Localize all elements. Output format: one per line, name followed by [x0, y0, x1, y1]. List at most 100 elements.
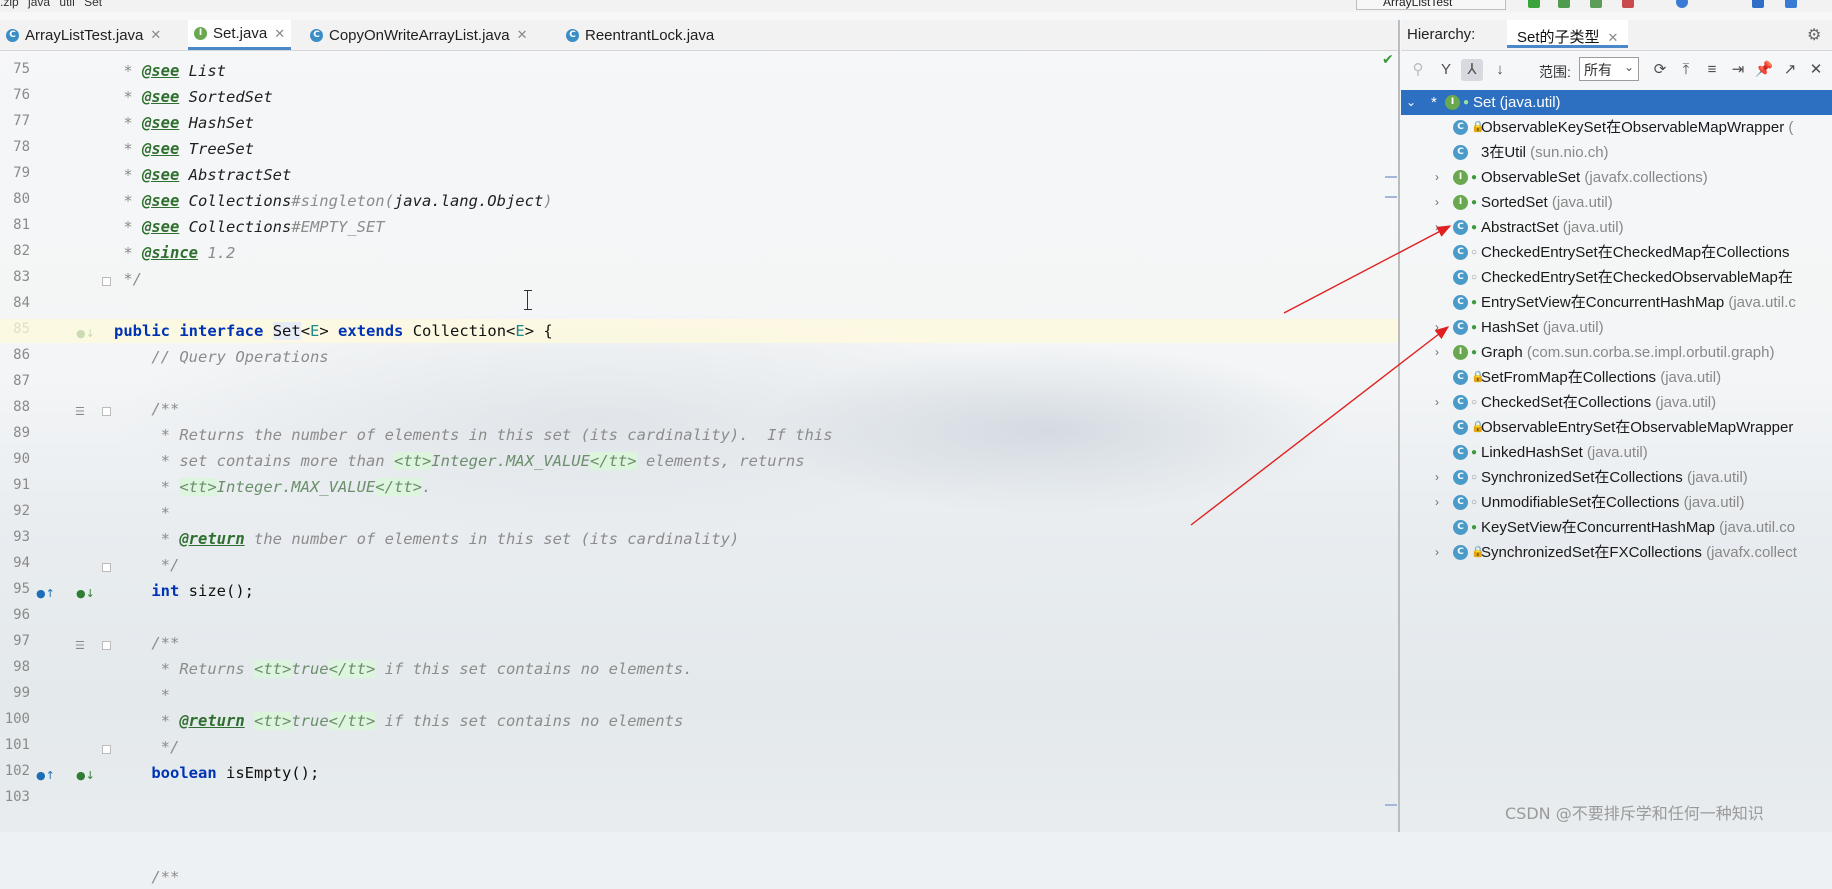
tree-item[interactable]: C ○ CheckedEntrySet在CheckedMap在Collectio…: [1401, 240, 1832, 265]
tree-item[interactable]: › C ● HashSet (java.util): [1401, 315, 1832, 340]
subtypes-icon[interactable]: ⅄: [1461, 59, 1483, 81]
tab-label: Set的子类型: [1517, 29, 1600, 46]
scrollbar-marker[interactable]: [1385, 176, 1397, 178]
code-line: * @see HashSet: [114, 114, 254, 132]
doc-render-icon[interactable]: ☰: [75, 639, 85, 652]
code-line: * @see AbstractSet: [114, 166, 292, 184]
profile-icon[interactable]: [1622, 0, 1634, 8]
implemented-icon[interactable]: ●↓: [76, 587, 95, 600]
chevron-down-icon[interactable]: ⌄: [1405, 90, 1417, 115]
tree-item[interactable]: C ● EntrySetView在ConcurrentHashMap (java…: [1401, 290, 1832, 315]
code-line: * @see SortedSet: [114, 88, 273, 106]
chevron-right-icon[interactable]: ›: [1431, 340, 1443, 365]
code-line: * Returns <tt>true</tt> if this set cont…: [114, 660, 693, 678]
watermark: CSDN @不要排斥学和任何一种知识: [1505, 804, 1764, 823]
scrollbar-marker[interactable]: [1385, 196, 1397, 198]
tree-item[interactable]: C ● KeySetView在ConcurrentHashMap (java.u…: [1401, 515, 1832, 540]
tree-item[interactable]: › I ● Graph (com.sun.corba.se.impl.orbut…: [1401, 340, 1832, 365]
code-line: boolean isEmpty();: [114, 764, 320, 782]
update-icon[interactable]: [1752, 0, 1764, 8]
coverage-icon[interactable]: [1590, 0, 1602, 8]
overrides-icon[interactable]: ●↑: [36, 769, 55, 782]
chevron-right-icon[interactable]: ›: [1431, 165, 1443, 190]
chevron-right-icon[interactable]: ›: [1431, 490, 1443, 515]
breadcrumb-item[interactable]: .zip: [0, 0, 19, 9]
no-problems-check-icon[interactable]: ✔: [1382, 52, 1394, 68]
breadcrumb-item[interactable]: Set: [84, 0, 102, 9]
tab-arraylisttest[interactable]: C ArrayListTest.java ✕: [6, 20, 161, 50]
tree-item[interactable]: C 🔒 ObservableEntrySet在ObservableMapWrap…: [1401, 415, 1832, 440]
package-private-icon: ○: [1471, 247, 1478, 258]
public-icon: ●: [1471, 297, 1478, 308]
chevron-right-icon[interactable]: ›: [1431, 315, 1443, 340]
package-private-icon: ○: [1471, 397, 1478, 408]
tree-item[interactable]: › I ● SortedSet (java.util): [1401, 190, 1832, 215]
chevron-right-icon[interactable]: ›: [1431, 190, 1443, 215]
tree-item[interactable]: C 🔒 ObservableKeySet在ObservableMapWrappe…: [1401, 115, 1832, 140]
tree-item-set[interactable]: ⌄ * I ● Set (java.util): [1401, 90, 1832, 115]
code-line: * @see Collections#EMPTY_SET: [114, 218, 385, 236]
tree-item[interactable]: › C ○ CheckedSet在Collections (java.util): [1401, 390, 1832, 415]
tree-item[interactable]: › C ○ UnmodifiableSet在Collections (java.…: [1401, 490, 1832, 515]
close-icon[interactable]: ✕: [274, 26, 285, 42]
run-icon[interactable]: [1528, 0, 1540, 8]
tree-item-label: CheckedSet在Collections (java.util): [1481, 394, 1717, 411]
refresh-icon[interactable]: ⟳: [1649, 59, 1671, 81]
chevron-right-icon[interactable]: ›: [1431, 540, 1443, 565]
search-everywhere-icon[interactable]: [1785, 0, 1797, 8]
fold-icon[interactable]: [102, 407, 111, 416]
tree-item[interactable]: › C ○ SynchronizedSet在Collections (java.…: [1401, 465, 1832, 490]
doc-render-icon[interactable]: ☰: [75, 405, 85, 418]
implemented-icon[interactable]: ●↓: [76, 769, 95, 782]
run-configuration-select[interactable]: ArrayListTest: [1356, 0, 1506, 10]
debug-icon[interactable]: [1558, 0, 1570, 8]
tab-subtypes[interactable]: Set的子类型 ✕: [1507, 20, 1629, 48]
chevron-right-icon[interactable]: ›: [1431, 215, 1443, 240]
line-number: 97: [13, 633, 30, 649]
pin-icon[interactable]: 📌: [1753, 59, 1775, 81]
tree-item[interactable]: C ● LinkedHashSet (java.util): [1401, 440, 1832, 465]
line-number: 95: [13, 581, 30, 597]
line-number: 76: [13, 87, 30, 103]
line-number: 94: [13, 555, 30, 571]
tree-item[interactable]: › I ● ObservableSet (javafx.collections): [1401, 165, 1832, 190]
collapse-all-icon[interactable]: ≡: [1701, 59, 1723, 81]
code-line: *: [114, 686, 170, 704]
tab-set[interactable]: I Set.java ✕: [188, 20, 292, 50]
export-icon[interactable]: ↗: [1779, 59, 1801, 81]
close-icon[interactable]: ✕: [517, 27, 528, 43]
fold-icon[interactable]: [102, 745, 111, 754]
tree-item[interactable]: C 3在Util (sun.nio.ch): [1401, 140, 1832, 165]
gear-icon[interactable]: ⚙: [1807, 25, 1821, 45]
scope-select[interactable]: 所有 ⌄: [1579, 57, 1639, 81]
breadcrumb-item[interactable]: java: [28, 0, 50, 9]
chevron-right-icon[interactable]: ›: [1431, 465, 1443, 490]
close-icon[interactable]: ✕: [1608, 30, 1619, 45]
type-hierarchy-icon[interactable]: ⚲: [1407, 59, 1429, 81]
line-number: 83: [13, 269, 30, 285]
tree-item[interactable]: C ○ CheckedEntrySet在CheckedObservableMap…: [1401, 265, 1832, 290]
tab-label: CopyOnWriteArrayList.java: [329, 26, 510, 44]
fold-icon[interactable]: [102, 563, 111, 572]
scrollbar-marker[interactable]: [1385, 804, 1397, 806]
tree-item[interactable]: › C 🔒 SynchronizedSet在FXCollections (jav…: [1401, 540, 1832, 565]
fold-icon[interactable]: [102, 641, 111, 650]
run-configuration-label: ArrayListTest: [1383, 0, 1453, 9]
sort-alphabetically-icon[interactable]: ↓: [1489, 59, 1511, 81]
help-icon[interactable]: [1676, 0, 1688, 8]
close-icon[interactable]: ✕: [1805, 59, 1827, 81]
chevron-right-icon[interactable]: ›: [1431, 390, 1443, 415]
tree-item[interactable]: C 🔒 SetFromMap在Collections (java.util): [1401, 365, 1832, 390]
close-icon[interactable]: ✕: [150, 27, 161, 43]
tree-item[interactable]: › C ● AbstractSet (java.util): [1401, 215, 1832, 240]
breadcrumb-item[interactable]: util: [59, 0, 74, 9]
tab-reentrantlock[interactable]: C ReentrantLock.java: [566, 20, 714, 50]
overrides-icon[interactable]: ●↑: [36, 587, 55, 600]
class-icon: C: [1453, 320, 1468, 335]
autoscroll-icon[interactable]: ⇥: [1727, 59, 1749, 81]
expand-icon[interactable]: ⤒: [1675, 59, 1697, 81]
panel-splitter[interactable]: [1398, 20, 1400, 832]
tab-copyonwritearraylist[interactable]: C CopyOnWriteArrayList.java ✕: [310, 20, 528, 50]
fold-icon[interactable]: [102, 277, 111, 286]
supertypes-icon[interactable]: Y: [1435, 59, 1457, 81]
